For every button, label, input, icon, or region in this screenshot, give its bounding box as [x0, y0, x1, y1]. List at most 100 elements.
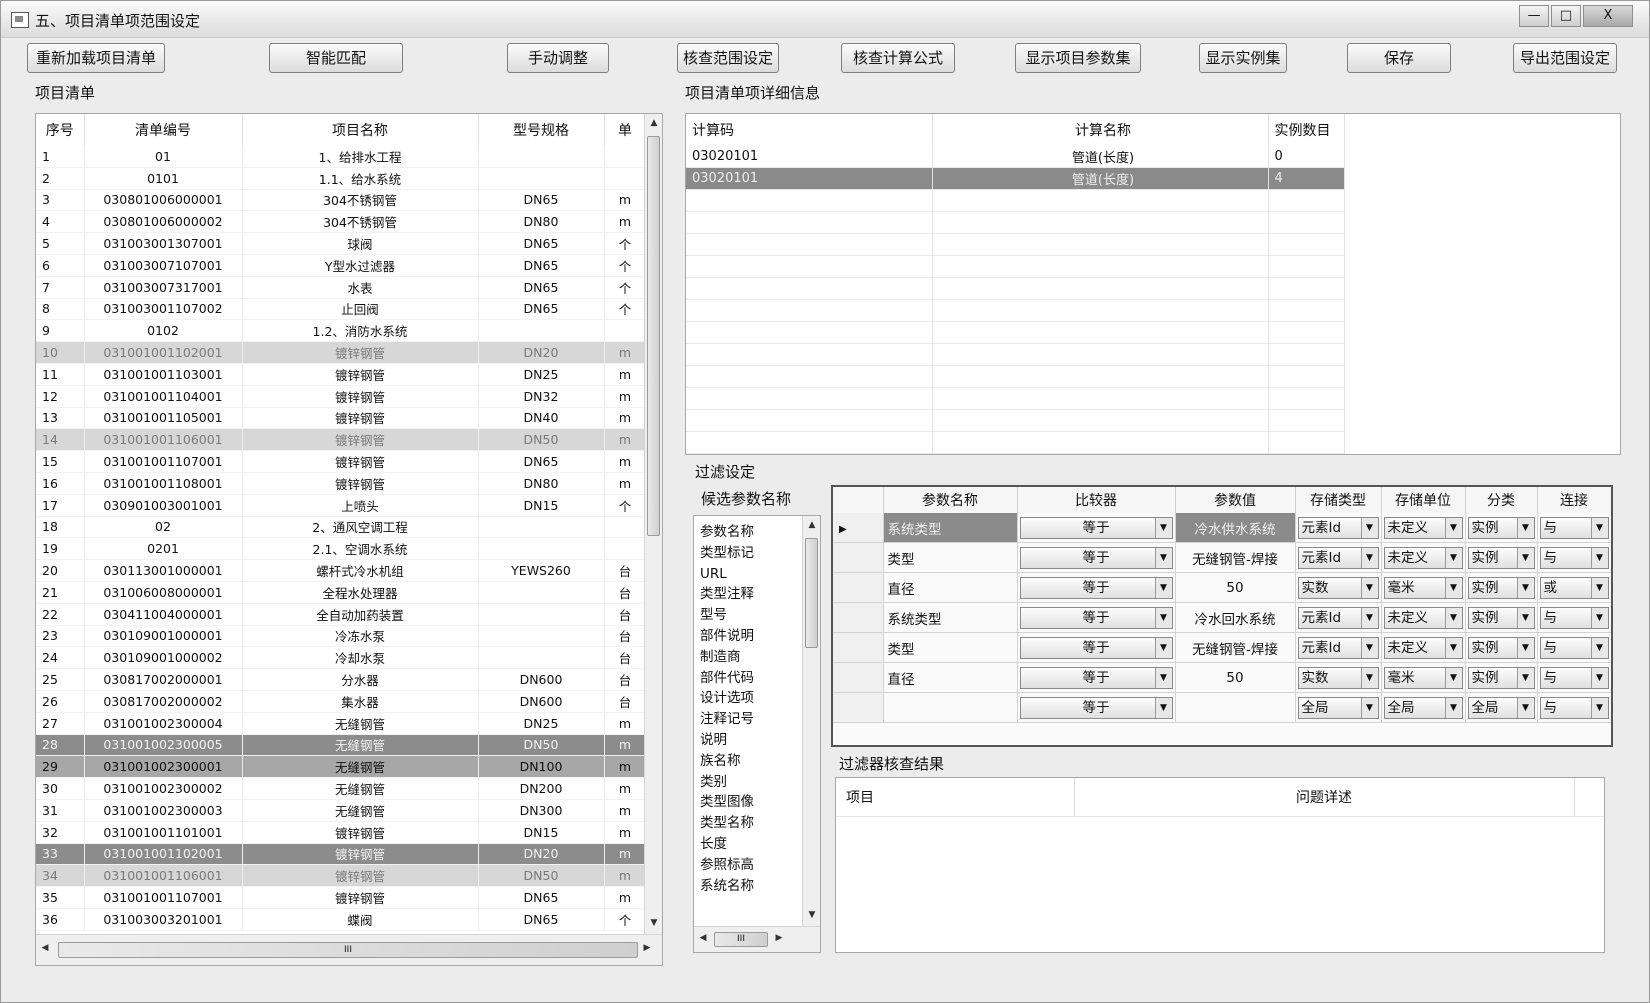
filter-row-header[interactable]: [833, 572, 884, 603]
table-row[interactable]: 22 030411004000001 全自动加药装置 台: [36, 603, 647, 626]
dropdown-arrow-icon[interactable]: ▼: [1516, 577, 1534, 598]
storage-unit-combo[interactable]: 未定义 ▼: [1383, 516, 1463, 539]
check-range-button[interactable]: 核查范围设定: [677, 43, 779, 73]
table-row[interactable]: 27 031001002300004 无缝钢管 DN25 m: [36, 712, 647, 735]
manual-adjust-button[interactable]: 手动调整: [507, 43, 609, 73]
filter-row[interactable]: 直径 等于 ▼ 50 实数 ▼ 毫米 ▼ 实例 ▼ 或 ▼: [833, 572, 1611, 603]
candidate-hscroll-thumb[interactable]: III: [714, 932, 768, 947]
filter-row[interactable]: 类型 等于 ▼ 无缝钢管-焊接 元素Id ▼ 未定义 ▼ 实例 ▼ 与 ▼: [833, 632, 1611, 663]
dropdown-arrow-icon[interactable]: ▼: [1590, 547, 1608, 568]
show-instance-set-button[interactable]: 显示实例集: [1199, 43, 1287, 73]
dropdown-arrow-icon[interactable]: ▼: [1360, 577, 1378, 598]
dropdown-arrow-icon[interactable]: ▼: [1154, 637, 1172, 658]
filter-row-header[interactable]: [833, 542, 884, 573]
candidate-list[interactable]: 参数名称 类型标记 URL 类型注释 型号 部件说明 制造商 部件代码 设计选项 注释记号 说明 族名…: [693, 515, 821, 953]
connect-combo[interactable]: 与 ▼: [1539, 516, 1609, 539]
connect-combo[interactable]: 与 ▼: [1539, 546, 1609, 569]
filter-row[interactable]: 直径 等于 ▼ 50 实数 ▼ 毫米 ▼ 实例 ▼ 与 ▼: [833, 662, 1611, 693]
project-list-col-0[interactable]: 序号: [36, 114, 85, 146]
param-value-cell[interactable]: 冷水供水系统: [1175, 513, 1296, 543]
detail-col-0[interactable]: 计算码: [686, 114, 933, 146]
table-row[interactable]: 6 031003007107001 Y型水过滤器 DN65 个: [36, 254, 647, 277]
reload-list-button[interactable]: 重新加载项目清单: [27, 43, 165, 73]
category-combo[interactable]: 实例 ▼: [1467, 516, 1535, 539]
detail-grid[interactable]: 计算码 计算名称 实例数目 03020101 管道(长度) 0 03020101 管道(长度…: [685, 113, 1621, 455]
dropdown-arrow-icon[interactable]: ▼: [1590, 577, 1608, 598]
scroll-left-arrow-icon[interactable]: ◀: [40, 943, 50, 953]
param-value-cell[interactable]: 50: [1175, 662, 1296, 693]
category-combo[interactable]: 实例 ▼: [1467, 636, 1535, 659]
dropdown-arrow-icon[interactable]: ▼: [1590, 517, 1608, 538]
filter-col-3[interactable]: 存储类型: [1295, 487, 1382, 513]
dropdown-arrow-icon[interactable]: ▼: [1516, 697, 1534, 718]
dropdown-arrow-icon[interactable]: ▼: [1360, 607, 1378, 628]
param-name-cell[interactable]: 系统类型: [883, 602, 1018, 633]
hscroll-thumb[interactable]: III: [58, 942, 638, 958]
storage-type-combo[interactable]: 元素Id ▼: [1297, 606, 1379, 629]
filter-col-0[interactable]: 参数名称: [883, 487, 1018, 513]
table-row[interactable]: 2 0101 1.1、给水系统: [36, 167, 647, 190]
candidate-scroll-up-icon[interactable]: ▲: [803, 520, 820, 530]
detail-col-1[interactable]: 计算名称: [932, 114, 1269, 146]
candidate-vscroll[interactable]: ▲ ▼: [802, 516, 820, 926]
table-row[interactable]: 1 01 1、给排水工程: [36, 146, 647, 168]
dropdown-arrow-icon[interactable]: ▼: [1516, 517, 1534, 538]
project-list-col-2[interactable]: 项目名称: [242, 114, 479, 146]
filter-col-6[interactable]: 连接: [1537, 487, 1611, 513]
dropdown-arrow-icon[interactable]: ▼: [1590, 697, 1608, 718]
category-combo[interactable]: 实例 ▼: [1467, 546, 1535, 569]
dropdown-arrow-icon[interactable]: ▼: [1154, 697, 1172, 718]
dropdown-arrow-icon[interactable]: ▼: [1444, 517, 1462, 538]
scroll-up-arrow-icon[interactable]: ▲: [645, 118, 662, 128]
table-row[interactable]: 10 031001001102001 镀锌钢管 DN20 m: [36, 341, 647, 364]
param-name-cell[interactable]: [883, 692, 1018, 723]
comparator-combo[interactable]: 等于 ▼: [1019, 576, 1173, 599]
result-grid[interactable]: 项目 问题详述: [835, 777, 1605, 953]
table-row[interactable]: 5 031003001307001 球阀 DN65 个: [36, 232, 647, 255]
connect-combo[interactable]: 与 ▼: [1539, 636, 1609, 659]
project-list-grid[interactable]: 序号 清单编号 项目名称 型号规格单 1 01 1、给排水工程 2 0101 1.1、给水系统 3…: [35, 113, 663, 966]
storage-unit-combo[interactable]: 全局 ▼: [1383, 696, 1463, 719]
comparator-combo[interactable]: 等于 ▼: [1019, 546, 1173, 569]
project-list-vscroll[interactable]: ▲ ▼: [644, 114, 662, 934]
table-row[interactable]: 20 030113001000001 螺杆式冷水机组 YEWS260 台: [36, 559, 647, 582]
dropdown-arrow-icon[interactable]: ▼: [1444, 697, 1462, 718]
comparator-combo[interactable]: 等于 ▼: [1019, 516, 1173, 539]
table-row[interactable]: 15 031001001107001 镀锌钢管 DN65 m: [36, 450, 647, 473]
dropdown-arrow-icon[interactable]: ▼: [1154, 517, 1172, 538]
table-row[interactable]: 29 031001002300001 无缝钢管 DN100 m: [36, 755, 647, 779]
param-value-cell[interactable]: 冷水回水系统: [1175, 602, 1296, 633]
table-row[interactable]: 14 031001001106001 镀锌钢管 DN50 m: [36, 428, 647, 452]
comparator-combo[interactable]: 等于 ▼: [1019, 636, 1173, 659]
candidate-hscroll[interactable]: ◀ III ▶: [694, 926, 820, 952]
dropdown-arrow-icon[interactable]: ▼: [1516, 637, 1534, 658]
table-row[interactable]: 33 031001001102001 镀锌钢管 DN20 m: [36, 843, 647, 866]
param-name-cell[interactable]: 直径: [883, 662, 1018, 693]
table-row[interactable]: 12 031001001104001 镀锌钢管 DN32 m: [36, 385, 647, 408]
param-name-cell[interactable]: 直径: [883, 572, 1018, 603]
category-combo[interactable]: 实例 ▼: [1467, 606, 1535, 629]
table-row[interactable]: 13 031001001105001 镀锌钢管 DN40 m: [36, 407, 647, 430]
dropdown-arrow-icon[interactable]: ▼: [1360, 637, 1378, 658]
dropdown-arrow-icon[interactable]: ▼: [1360, 517, 1378, 538]
save-button[interactable]: 保存: [1347, 43, 1451, 73]
storage-unit-combo[interactable]: 未定义 ▼: [1383, 636, 1463, 659]
table-row[interactable]: 30 031001002300002 无缝钢管 DN200 m: [36, 777, 647, 800]
table-row[interactable]: 19 0201 2.1、空调水系统: [36, 537, 647, 561]
filter-row-header[interactable]: [833, 632, 884, 663]
table-row[interactable]: 16 031001001108001 镀锌钢管 DN80 m: [36, 472, 647, 495]
table-row[interactable]: 25 030817002000001 分水器 DN600 台: [36, 668, 647, 691]
dropdown-arrow-icon[interactable]: ▼: [1360, 667, 1378, 688]
category-combo[interactable]: 实例 ▼: [1467, 576, 1535, 599]
scroll-right-arrow-icon[interactable]: ▶: [642, 943, 652, 953]
dropdown-arrow-icon[interactable]: ▼: [1444, 577, 1462, 598]
dropdown-arrow-icon[interactable]: ▼: [1516, 667, 1534, 688]
table-row[interactable]: 17 030901003001001 上喷头 DN15 个: [36, 494, 647, 517]
table-row[interactable]: 8 031003001107002 止回阀 DN65 个: [36, 298, 647, 321]
dropdown-arrow-icon[interactable]: ▼: [1516, 547, 1534, 568]
param-name-cell[interactable]: 类型: [883, 632, 1018, 663]
table-row[interactable]: 4 030801006000002 304不锈钢管 DN80 m: [36, 210, 647, 234]
table-row[interactable]: 26 030817002000002 集水器 DN600 台: [36, 690, 647, 713]
detail-row[interactable]: 03020101 管道(长度) 0: [686, 146, 1345, 168]
dropdown-arrow-icon[interactable]: ▼: [1154, 547, 1172, 568]
